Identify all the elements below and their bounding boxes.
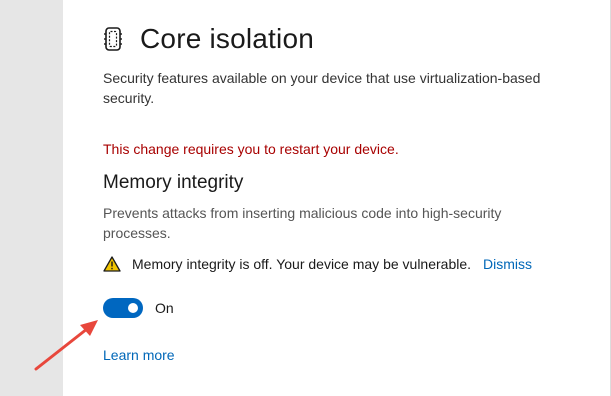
alert-message: Memory integrity is off. Your device may… (132, 256, 472, 272)
red-arrow-icon (34, 320, 98, 371)
restart-warning: This change requires you to restart your… (103, 141, 399, 157)
memory-integrity-heading: Memory integrity (103, 172, 244, 193)
dismiss-link[interactable]: Dismiss (483, 256, 532, 272)
memory-integrity-toggle-row: On (103, 297, 174, 319)
memory-integrity-alert: Memory integrity is off. Your device may… (103, 253, 532, 275)
learn-more-link[interactable]: Learn more (103, 345, 175, 365)
toggle-knob (128, 303, 138, 313)
warning-icon (103, 256, 121, 272)
page-title: Core isolation (140, 23, 314, 54)
memory-integrity-description: Prevents attacks from inserting maliciou… (103, 205, 502, 241)
settings-window: Core isolation Security features availab… (0, 0, 611, 396)
page-description: Security features available on your devi… (103, 70, 541, 106)
page-header: Core isolation (103, 22, 314, 56)
core-isolation-chip-icon (104, 27, 122, 51)
memory-integrity-toggle[interactable] (103, 298, 143, 318)
toggle-state-label: On (155, 300, 174, 316)
